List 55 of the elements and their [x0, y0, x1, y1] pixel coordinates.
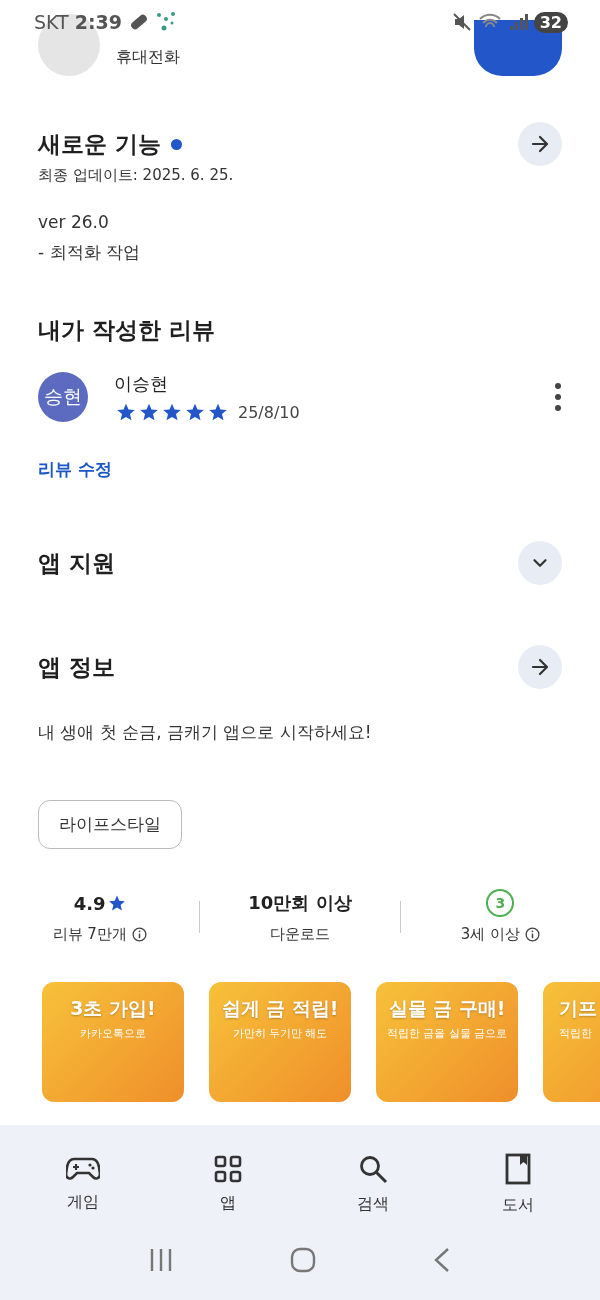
home-icon[interactable]: [290, 1247, 316, 1273]
book-icon: [504, 1152, 531, 1185]
review-date: 25/8/10: [238, 402, 300, 422]
screenshot-caption: 적립한 금을 실물 금으로: [386, 1026, 508, 1041]
stat-label: 리뷰 7만개: [52, 925, 127, 944]
avatar: 승현: [38, 372, 88, 422]
nav-tab[interactable]: 게임: [34, 1139, 131, 1229]
edit-review-link[interactable]: 리뷰 수정: [38, 458, 112, 481]
release-note: ver 26.0: [38, 211, 110, 234]
star-icon: [162, 402, 182, 422]
update-date: 최종 업데이트: 2025. 6. 25.: [38, 166, 235, 185]
nav-tab[interactable]: 앱: [179, 1139, 276, 1229]
screenshot-caption: 적립한: [559, 1026, 592, 1041]
gamepad-icon: [65, 1155, 100, 1182]
screenshot-title: 기프: [559, 996, 597, 1021]
nav-tab[interactable]: 검색: [324, 1139, 421, 1229]
age-rating-badge: 3: [486, 889, 515, 917]
recent-apps-icon[interactable]: [148, 1247, 174, 1273]
dots-icon: [155, 11, 178, 33]
star-icon: [116, 402, 136, 422]
reviewer-name: 이승현: [114, 372, 169, 396]
release-note: - 최적화 작업: [38, 241, 141, 264]
info-icon: [524, 927, 540, 942]
screenshot-caption: 카카오톡으로: [80, 1026, 146, 1041]
star-icon: [139, 402, 159, 422]
arrow-button[interactable]: [518, 645, 562, 689]
screenshot-title: 쉽게 금 적립!: [221, 996, 339, 1021]
section-title: 내가 작성한 리뷰: [38, 317, 215, 343]
new-indicator: [171, 138, 182, 150]
app-description: 내 생애 첫 순금, 금캐기 앱으로 시작하세요!: [38, 721, 373, 744]
screenshot-caption: 가만히 두기만 해도: [232, 1026, 328, 1041]
stat-label: 다운로드: [270, 925, 330, 944]
rating-value: 4.9: [73, 892, 106, 914]
app-category: 휴대전화: [116, 47, 180, 68]
clock-text: 2:39: [74, 11, 122, 33]
battery-level: 32: [533, 11, 568, 33]
star-icon: [185, 402, 205, 422]
mute-icon: [451, 12, 472, 32]
arrow-button[interactable]: [518, 122, 562, 166]
grid-icon: [213, 1154, 242, 1183]
download-count: 10만회 이상: [248, 891, 352, 915]
nav-tab[interactable]: 도서: [469, 1139, 566, 1229]
screenshot-title: 3초 가입!: [70, 996, 156, 1021]
screenshot-title: 실물 금 구매!: [388, 996, 506, 1021]
info-icon: [131, 927, 147, 942]
section-title: 앱 정보: [38, 652, 115, 682]
star-icon: [208, 402, 228, 422]
carrier-text: SKT: [34, 11, 69, 33]
section-title: 새로운 기능: [38, 129, 161, 159]
section-title: 앱 지원: [38, 548, 115, 578]
signal-icon: [507, 12, 528, 32]
search-icon: [357, 1153, 388, 1184]
star-icon: [107, 894, 126, 912]
category-chip[interactable]: 라이프스타일: [38, 800, 182, 849]
stat-label: 3세 이상: [460, 925, 520, 944]
